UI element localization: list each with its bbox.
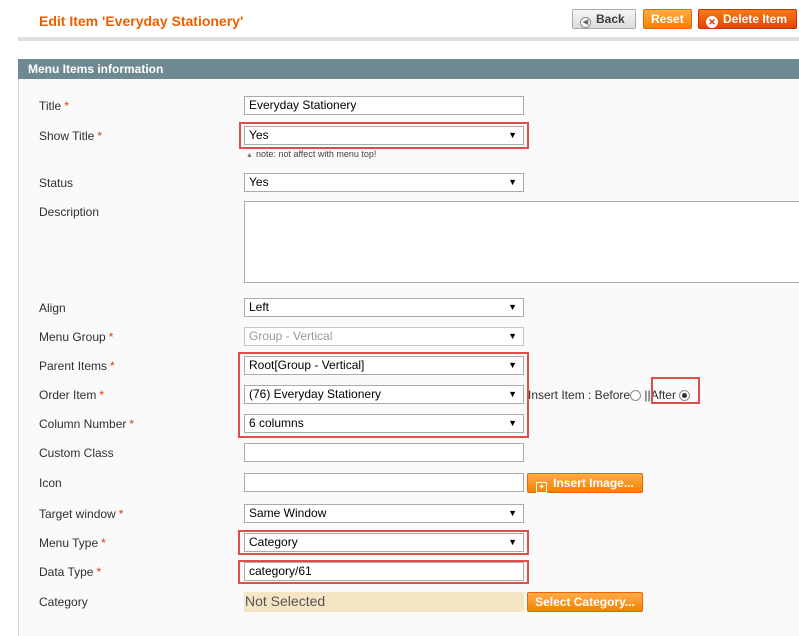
align-label: Align (39, 301, 66, 315)
back-label: Back (596, 12, 625, 26)
insert-image-label: Insert Image... (553, 476, 634, 490)
show-title-select[interactable]: Yes ▼ (244, 126, 524, 145)
page-header: Edit Item 'Everyday Stationery' ◀ Back Re… (0, 0, 799, 38)
insert-before-radio[interactable] (630, 390, 642, 401)
data-type-label: Data Type * (39, 565, 102, 579)
icon-label: Icon (39, 476, 62, 490)
show-title-note: ▲ note: not affect with menu top! (246, 149, 377, 159)
data-type-input[interactable]: category/61 (244, 562, 524, 581)
order-item-select[interactable]: (76) Everyday Stationery ▼ (244, 385, 524, 404)
delete-label: Delete Item (723, 12, 788, 26)
column-number-label: Column Number * (39, 417, 135, 431)
status-label: Status (39, 176, 74, 190)
order-item-label: Order Item * (39, 388, 105, 402)
header-divider (18, 37, 799, 41)
insert-item-label: Insert Item : Before (528, 388, 631, 402)
insert-image-button[interactable]: ✦ Insert Image... (527, 473, 643, 493)
note-triangle-icon: ▲ (246, 152, 253, 159)
dropdown-arrow-icon: ▼ (508, 508, 517, 518)
back-button[interactable]: ◀ Back (572, 9, 636, 29)
category-value: Not Selected (244, 592, 524, 612)
dropdown-arrow-icon: ▼ (508, 177, 517, 187)
menu-type-label: Menu Type * (39, 536, 106, 550)
reset-button[interactable]: Reset (643, 9, 692, 29)
select-category-button[interactable]: Select Category... (527, 592, 643, 612)
custom-class-label: Custom Class (39, 446, 114, 460)
image-icon: ✦ (536, 482, 548, 493)
description-textarea[interactable] (244, 201, 799, 283)
title-input[interactable]: Everyday Stationery (244, 96, 524, 115)
align-select[interactable]: Left ▼ (244, 298, 524, 317)
parent-items-select[interactable]: Root[Group - Vertical] ▼ (244, 356, 524, 375)
back-arrow-icon: ◀ (580, 17, 591, 28)
dropdown-arrow-icon: ▼ (508, 360, 517, 370)
status-select[interactable]: Yes ▼ (244, 173, 524, 192)
category-label: Category (39, 595, 88, 609)
menu-type-select[interactable]: Category ▼ (244, 533, 524, 552)
menu-group-label: Menu Group * (39, 330, 114, 344)
insert-item-options: Insert Item : Before ||After (528, 388, 691, 402)
target-window-label: Target window * (39, 507, 124, 521)
insert-after-radio[interactable] (679, 390, 691, 401)
description-label: Description (39, 205, 100, 219)
title-label: Title * (39, 99, 69, 113)
dropdown-arrow-icon: ▼ (508, 130, 517, 140)
insert-after-label: After (650, 388, 676, 402)
dropdown-arrow-icon: ▼ (508, 537, 517, 547)
section-header: Menu Items information (18, 59, 799, 79)
parent-items-label: Parent Items * (39, 359, 115, 373)
dropdown-arrow-icon: ▼ (508, 302, 517, 312)
dropdown-arrow-icon: ▼ (508, 389, 517, 399)
custom-class-input[interactable] (244, 443, 524, 462)
page-title: Edit Item 'Everyday Stationery' (39, 13, 244, 29)
column-number-select[interactable]: 6 columns ▼ (244, 414, 524, 433)
menu-group-select: Group - Vertical ▼ (244, 327, 524, 346)
target-window-select[interactable]: Same Window ▼ (244, 504, 524, 523)
delete-item-button[interactable]: ✕ Delete Item (698, 9, 797, 29)
show-title-label: Show Title * (39, 129, 103, 143)
icon-input[interactable] (244, 473, 524, 492)
delete-x-icon: ✕ (706, 16, 718, 28)
dropdown-arrow-icon: ▼ (508, 331, 517, 341)
dropdown-arrow-icon: ▼ (508, 418, 517, 428)
